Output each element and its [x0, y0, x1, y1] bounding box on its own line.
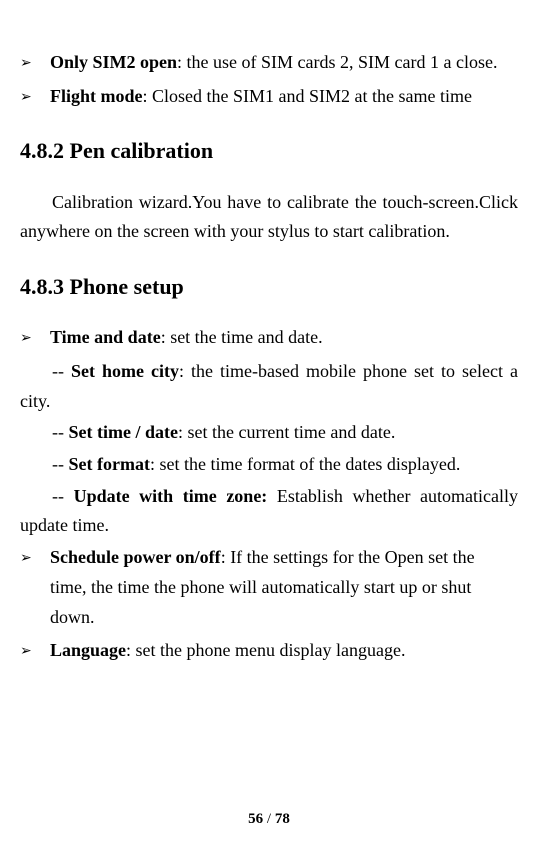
sub-prefix: -- — [52, 422, 69, 442]
bullet-body: Schedule power on/off: If the settings f… — [50, 543, 518, 632]
bullet-marker: ➢ — [20, 82, 50, 112]
bullet-marker: ➢ — [20, 543, 50, 632]
page-content: ➢ Only SIM2 open: the use of SIM cards 2… — [20, 48, 518, 666]
sub-rest: : set the current time and date. — [178, 422, 395, 442]
pen-calibration-paragraph: Calibration wizard.You have to calibrate… — [20, 188, 518, 247]
heading-phone-setup: 4.8.3 Phone setup — [20, 269, 518, 305]
bullet-rest-text: : set the time and date. — [161, 327, 323, 347]
bullet-only-sim2: ➢ Only SIM2 open: the use of SIM cards 2… — [20, 48, 518, 78]
sub-bold: Update with time zone: — [74, 486, 277, 506]
bullet-bold-text: Only SIM2 open — [50, 52, 177, 72]
page-number-total: 78 — [275, 811, 290, 827]
bullet-body: Flight mode: Closed the SIM1 and SIM2 at… — [50, 82, 518, 112]
bullet-schedule-power: ➢ Schedule power on/off: If the settings… — [20, 543, 518, 632]
sub-rest: : set the time format of the dates displ… — [150, 454, 460, 474]
bullet-rest-text: : set the phone menu display language. — [126, 640, 405, 660]
bullet-bold-text: Time and date — [50, 327, 161, 347]
heading-pen-calibration: 4.8.2 Pen calibration — [20, 133, 518, 169]
bullet-marker: ➢ — [20, 323, 50, 353]
bullet-marker: ➢ — [20, 636, 50, 666]
bullet-body: Only SIM2 open: the use of SIM cards 2, … — [50, 48, 518, 78]
page-number-separator: / — [263, 811, 275, 827]
page-number-current: 56 — [248, 811, 263, 827]
bullet-body: Time and date: set the time and date. — [50, 323, 518, 353]
page-footer: 56 / 78 — [0, 811, 538, 828]
bullet-time-and-date: ➢ Time and date: set the time and date. — [20, 323, 518, 353]
sub-prefix: -- — [52, 454, 69, 474]
bullet-rest-text: : Closed the SIM1 and SIM2 at the same t… — [143, 86, 472, 106]
sub-prefix: -- — [52, 361, 71, 381]
bullet-bold-text: Schedule power on/off — [50, 547, 221, 567]
bullet-marker: ➢ — [20, 48, 50, 78]
bullet-rest-text: : the use of SIM cards 2, SIM card 1 a c… — [177, 52, 497, 72]
sub-bold: Set home city — [71, 361, 179, 381]
sub-set-time-date: -- Set time / date: set the current time… — [20, 418, 518, 448]
bullet-body: Language: set the phone menu display lan… — [50, 636, 518, 666]
bullet-bold-text: Language — [50, 640, 126, 660]
sub-bold: Set time / date — [69, 422, 178, 442]
sub-update-time-zone: -- Update with time zone: Establish whet… — [20, 482, 518, 541]
sub-bold: Set format — [69, 454, 150, 474]
sub-set-format: -- Set format: set the time format of th… — [20, 450, 518, 480]
bullet-flight-mode: ➢ Flight mode: Closed the SIM1 and SIM2 … — [20, 82, 518, 112]
bullet-bold-text: Flight mode — [50, 86, 143, 106]
sub-set-home-city: -- Set home city: the time-based mobile … — [20, 357, 518, 416]
bullet-language: ➢ Language: set the phone menu display l… — [20, 636, 518, 666]
sub-prefix: -- — [52, 486, 74, 506]
